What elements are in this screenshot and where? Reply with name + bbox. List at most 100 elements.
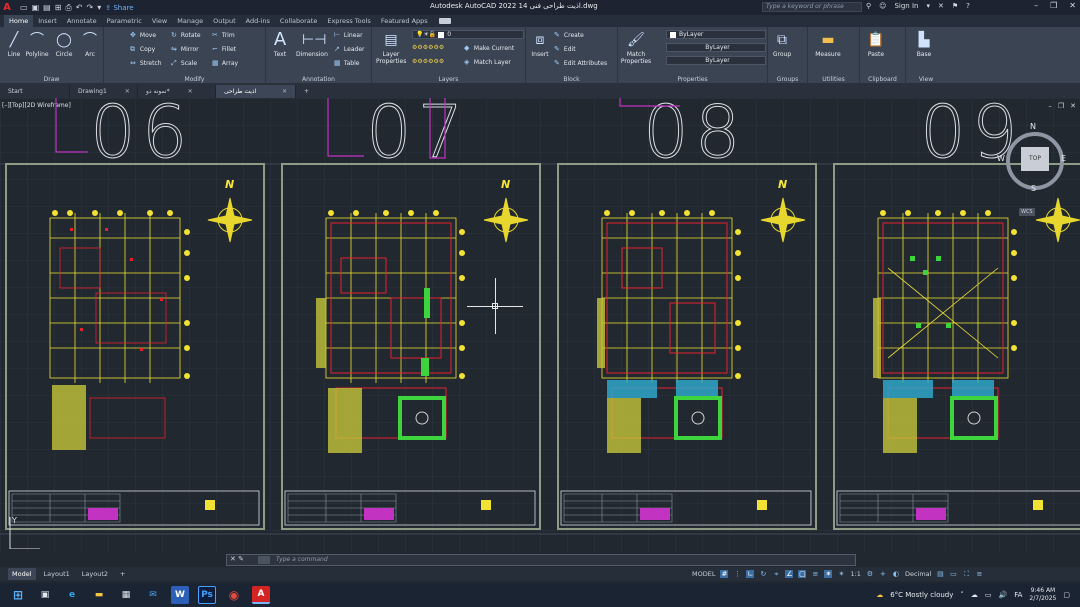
customization-icon[interactable]: ≡ — [975, 570, 983, 578]
mirror-button[interactable]: ⇋ Mirror — [171, 45, 199, 53]
tab-parametric[interactable]: Parametric — [102, 15, 147, 27]
view-panel-label[interactable]: View — [906, 76, 946, 83]
paste-button[interactable]: 📋 Paste — [864, 31, 888, 58]
search-input[interactable]: Type a keyword or phrase — [762, 2, 862, 12]
start-icon[interactable]: ⊞ — [9, 586, 27, 604]
lineweight-icon[interactable]: ≡ — [811, 570, 819, 578]
close-icon[interactable]: ✕ — [1069, 1, 1076, 10]
text-button[interactable]: A Text — [268, 31, 292, 59]
block-panel-label[interactable]: Block — [526, 76, 617, 83]
model-space-toggle[interactable]: MODEL — [692, 570, 715, 578]
groups-panel-label[interactable]: Groups — [768, 76, 807, 83]
open-icon[interactable]: ▭ — [20, 3, 28, 12]
tab-collaborate[interactable]: Collaborate — [275, 15, 322, 27]
isodraft-icon[interactable]: ⌖ — [772, 570, 780, 578]
tab-layout2[interactable]: Layout2 — [78, 568, 112, 580]
tab-layout1[interactable]: Layout1 — [40, 568, 74, 580]
viewcube-south[interactable]: S — [1031, 184, 1036, 193]
cloud-icon[interactable]: ☁ — [971, 591, 978, 599]
polar-icon[interactable]: ↻ — [759, 570, 767, 578]
ortho-icon[interactable]: ∟ — [746, 570, 755, 578]
table-button[interactable]: ▦ Table — [334, 59, 359, 67]
tab-add-ins[interactable]: Add-ins — [241, 15, 275, 27]
close-icon[interactable]: ✕ — [188, 85, 193, 98]
web-open-icon[interactable]: ⊞ — [55, 3, 62, 12]
stretch-button[interactable]: ⇔ Stretch — [130, 59, 162, 67]
redo-icon[interactable]: ↷ — [87, 3, 94, 12]
linear-button[interactable]: ⊢ Linear — [334, 31, 363, 39]
add-layout-button[interactable]: + — [116, 568, 129, 580]
properties-panel-label[interactable]: Properties — [618, 76, 767, 83]
file-tab-sample[interactable]: نمونه دو* ✕ — [138, 84, 216, 98]
chevron-up-icon[interactable]: ˄ — [960, 591, 964, 599]
close-icon[interactable]: ✕ — [125, 85, 130, 98]
draw-panel-label[interactable]: Draw — [0, 76, 103, 83]
copy-button[interactable]: ⧉ Copy — [130, 45, 155, 54]
annotation-visibility-icon[interactable]: ✶ — [824, 570, 833, 578]
array-button[interactable]: ▦ Array — [212, 59, 238, 67]
command-close-icon[interactable]: ✕ ✎ — [230, 555, 244, 563]
command-input[interactable]: Type a command — [276, 556, 328, 563]
autocad-logo-icon[interactable]: A — [0, 1, 14, 15]
tab-manage[interactable]: Manage — [172, 15, 208, 27]
match-properties-button[interactable]: 🖌 Match Properties — [620, 31, 652, 65]
layers-panel-label[interactable]: Layers — [372, 76, 525, 83]
ribbon-toggle-icon[interactable] — [438, 18, 451, 24]
base-button[interactable]: ▙ Base — [912, 31, 936, 58]
weather-text[interactable]: 6°C Mostly cloudy — [890, 591, 953, 599]
lineweight-dropdown[interactable]: ByLayer — [666, 56, 766, 65]
clean-screen-icon[interactable]: ⛶ — [962, 570, 970, 578]
viewcube-east[interactable]: E — [1061, 154, 1066, 163]
file-tab-active[interactable]: اذیت طراحی فنی 14* ✕ — [216, 84, 296, 108]
tab-output[interactable]: Output — [208, 15, 241, 27]
measure-button[interactable]: ▬ Measure — [812, 31, 844, 58]
scale-button[interactable]: ⤢ Scale — [171, 59, 197, 68]
cart-icon[interactable]: ▾ — [926, 2, 930, 10]
save-icon[interactable]: ▣ — [32, 3, 40, 12]
grid-icon[interactable]: # — [720, 570, 729, 578]
autocad-taskbar-icon[interactable]: A — [252, 586, 270, 604]
object-snap-icon[interactable]: ▢ — [798, 570, 807, 578]
viewcube-west[interactable]: W — [997, 154, 1005, 163]
fillet-button[interactable]: ⌐ Fillet — [212, 45, 236, 53]
edit-attributes-button[interactable]: ✎ Edit Attributes — [554, 59, 607, 67]
viewcube-top-face[interactable]: TOP — [1021, 147, 1049, 171]
snap-icon[interactable]: ⋮ — [733, 570, 741, 578]
dimension-button[interactable]: ⊢⊣ Dimension — [296, 31, 328, 58]
match-layer-button[interactable]: ◈ Match Layer — [464, 58, 511, 66]
clipboard-panel-label[interactable]: Clipboard — [860, 76, 905, 83]
minimize-icon[interactable]: – — [1034, 1, 1038, 10]
move-button[interactable]: ✥ Move — [130, 31, 156, 39]
rotate-button[interactable]: ↻ Rotate — [171, 31, 201, 39]
tab-home[interactable]: Home — [4, 15, 34, 27]
share-icon[interactable]: ⚑ — [952, 2, 958, 10]
tab-featured-apps[interactable]: Featured Apps — [376, 15, 433, 27]
user-icon[interactable]: ☺ — [879, 2, 886, 10]
save-as-icon[interactable]: ▤ — [43, 3, 51, 12]
drawing-viewport[interactable]: [–][Top][2D Wireframe] – ❐ ✕ 06 07 08 09 — [0, 98, 1080, 553]
share-button[interactable]: ⇪ Share — [105, 4, 133, 12]
mail-icon[interactable]: ✉ — [144, 586, 162, 604]
dropdown-icon[interactable]: ▾ — [97, 3, 101, 12]
close-icon[interactable]: ✕ — [282, 85, 287, 98]
create-block-button[interactable]: ✎ Create — [554, 31, 584, 39]
edit-block-button[interactable]: ✎ Edit — [554, 45, 576, 53]
annotation-scale[interactable]: 1:1 — [850, 570, 860, 578]
arc-button[interactable]: ⌒ Arc — [78, 31, 102, 58]
layer-tools-row-1[interactable]: ⚙⚙⚙⚙⚙⚙ — [412, 44, 444, 51]
tab-express-tools[interactable]: Express Tools — [322, 15, 375, 27]
linetype-dropdown[interactable]: ByLayer — [666, 43, 766, 52]
edge-icon[interactable]: e — [63, 586, 81, 604]
isolate-icon[interactable]: ◐ — [892, 570, 900, 578]
trim-button[interactable]: ✂ Trim — [212, 31, 235, 39]
make-current-button[interactable]: ◆ Make Current — [464, 44, 514, 52]
weather-icon[interactable]: ☁ — [876, 591, 883, 599]
tab-model[interactable]: Model — [8, 568, 36, 580]
tab-insert[interactable]: Insert — [33, 15, 62, 27]
units-dropdown[interactable]: Decimal — [905, 570, 932, 578]
file-explorer-icon[interactable]: ▬ — [90, 586, 108, 604]
clock[interactable]: 9:46 AM 2/7/2025 — [1029, 587, 1056, 603]
exchange-icon[interactable]: ✕ — [938, 2, 944, 10]
line-button[interactable]: ╱ Line — [2, 31, 26, 58]
auto-scale-icon[interactable]: ✶ — [837, 570, 845, 578]
